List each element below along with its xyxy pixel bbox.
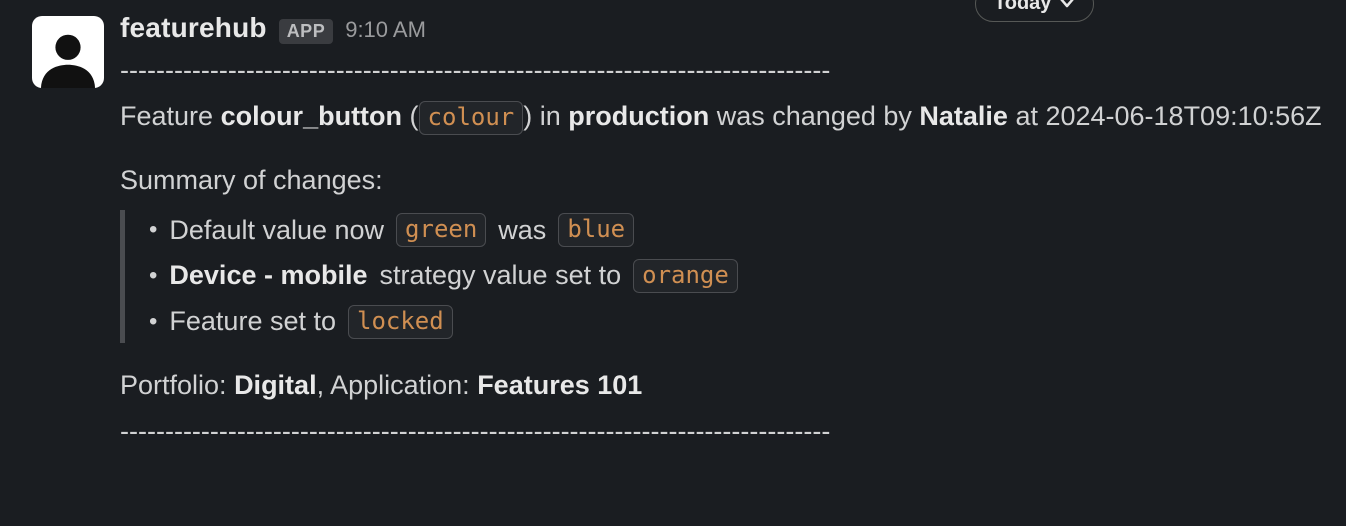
strategy-name: Device - mobile	[169, 255, 367, 297]
text: strategy value set to	[379, 255, 621, 297]
feature-type-code: colour	[419, 101, 524, 135]
change-row: • Feature set to locked	[149, 301, 1322, 343]
bullet-icon: •	[149, 264, 157, 288]
divider-top: ----------------------------------------…	[120, 50, 1322, 92]
application-name: Features 101	[477, 370, 642, 400]
avatar[interactable]	[32, 16, 104, 88]
environment-name: production	[568, 101, 709, 131]
value-code: orange	[633, 259, 738, 293]
changes-quote-block: • Default value now green was blue • Dev…	[120, 210, 1322, 344]
message: featurehub APP 9:10 AM -----------------…	[32, 10, 1322, 457]
portfolio-application-line: Portfolio: Digital, Application: Feature…	[120, 365, 1322, 407]
bullet-icon: •	[149, 218, 157, 242]
text: Default value now	[169, 210, 384, 252]
user-name: Natalie	[919, 101, 1008, 131]
text: was changed by	[709, 101, 919, 131]
text: Feature	[120, 101, 221, 131]
date-separator-pill[interactable]: Today	[975, 0, 1094, 22]
text: , Application:	[317, 370, 478, 400]
message-content: featurehub APP 9:10 AM -----------------…	[120, 10, 1322, 457]
date-separator-label: Today	[994, 0, 1051, 13]
text: Feature set to	[169, 301, 336, 343]
change-row: • Device - mobile strategy value set to …	[149, 255, 1322, 297]
text: ) in	[523, 101, 568, 131]
text: Portfolio:	[120, 370, 234, 400]
value-code: locked	[348, 305, 453, 339]
value-code: blue	[558, 213, 634, 247]
portfolio-name: Digital	[234, 370, 317, 400]
message-header: featurehub APP 9:10 AM	[120, 12, 1322, 44]
person-icon	[37, 26, 99, 88]
summary-title: Summary of changes:	[120, 160, 1322, 202]
message-body: ----------------------------------------…	[120, 50, 1322, 453]
timestamp-text: at 2024-06-18T09:10:56Z	[1008, 101, 1322, 131]
change-row: • Default value now green was blue	[149, 210, 1322, 252]
app-badge: APP	[279, 19, 334, 44]
sender-name[interactable]: featurehub	[120, 12, 267, 44]
message-time[interactable]: 9:10 AM	[345, 17, 426, 43]
text: was	[498, 210, 546, 252]
change-summary-line: Feature colour_button (colour) in produc…	[120, 96, 1322, 138]
bullet-icon: •	[149, 310, 157, 334]
text: (	[402, 101, 419, 131]
feature-name: colour_button	[221, 101, 402, 131]
divider-bottom: ----------------------------------------…	[120, 411, 1322, 453]
value-code: green	[396, 213, 486, 247]
chevron-down-icon	[1059, 0, 1075, 14]
